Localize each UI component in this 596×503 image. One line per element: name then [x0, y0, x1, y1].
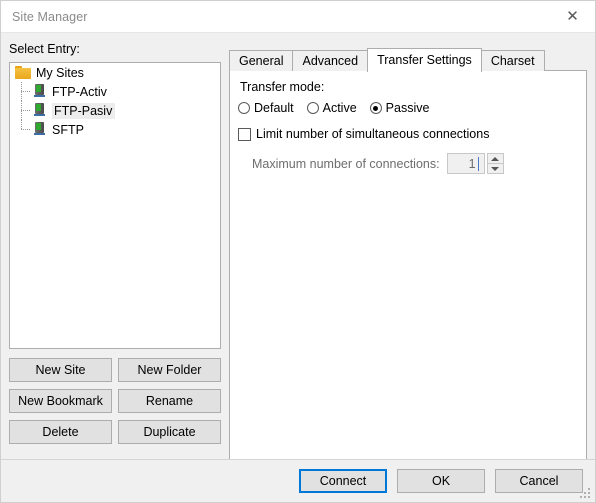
- max-connections-value: 1: [468, 156, 476, 171]
- tab-bar: General Advanced Transfer Settings Chars…: [229, 48, 545, 72]
- new-bookmark-button[interactable]: New Bookmark: [9, 389, 112, 413]
- close-icon[interactable]: ✕: [550, 2, 595, 32]
- transfer-settings-panel: Transfer mode: Default Active Passive Li…: [229, 70, 587, 474]
- select-entry-label: Select Entry:: [9, 42, 80, 56]
- tree-connector: [21, 120, 30, 139]
- rename-button[interactable]: Rename: [118, 389, 221, 413]
- server-icon: [33, 122, 46, 137]
- new-site-button[interactable]: New Site: [9, 358, 112, 382]
- new-folder-button[interactable]: New Folder: [118, 358, 221, 382]
- window-title: Site Manager: [12, 9, 88, 24]
- tree-item-label: FTP-Pasiv: [52, 102, 116, 119]
- text-caret: [477, 157, 479, 171]
- radio-label: Passive: [385, 101, 430, 115]
- cancel-button[interactable]: Cancel: [495, 469, 583, 493]
- server-icon: [33, 84, 46, 99]
- transfer-mode-label: Transfer mode:: [240, 80, 325, 94]
- radio-active[interactable]: Active: [306, 101, 357, 115]
- tree-item-ftp-activ[interactable]: FTP-Activ: [10, 82, 220, 101]
- checkbox-icon: [238, 127, 251, 141]
- limit-connections-label: Limit number of simultaneous connections: [256, 127, 490, 141]
- ok-button[interactable]: OK: [397, 469, 485, 493]
- tree-item-ftp-pasiv[interactable]: FTP-Pasiv: [10, 101, 220, 120]
- radio-passive[interactable]: Passive: [369, 101, 430, 115]
- tab-charset[interactable]: Charset: [480, 50, 545, 71]
- title-bar: Site Manager ✕: [1, 1, 595, 33]
- site-manager-dialog: Site Manager ✕ Select Entry: My Sites FT…: [0, 0, 596, 503]
- folder-icon: [15, 66, 31, 79]
- tree-item-sftp[interactable]: SFTP: [10, 120, 220, 139]
- max-connections-input[interactable]: 1: [446, 153, 485, 174]
- chevron-up-icon[interactable]: [486, 153, 504, 164]
- tree-connector: [21, 101, 30, 120]
- max-connections-row: Maximum number of connections: 1: [238, 153, 504, 174]
- resize-grip[interactable]: [580, 488, 592, 500]
- max-connections-label: Maximum number of connections:: [252, 156, 440, 171]
- dialog-body: Select Entry: My Sites FTP-Activ FTP-Pas…: [1, 33, 595, 474]
- limit-connections-checkbox[interactable]: Limit number of simultaneous connections: [238, 127, 489, 141]
- tree-item-label: My Sites: [36, 65, 84, 80]
- duplicate-button[interactable]: Duplicate: [118, 420, 221, 444]
- connect-button[interactable]: Connect: [299, 469, 387, 493]
- transfer-mode-radio-group: Default Active Passive: [238, 101, 429, 115]
- tree-item-label: FTP-Activ: [52, 84, 107, 99]
- delete-button[interactable]: Delete: [9, 420, 112, 444]
- radio-icon: [306, 102, 319, 114]
- site-tree[interactable]: My Sites FTP-Activ FTP-Pasiv SFTP: [9, 62, 221, 349]
- tree-item-my-sites[interactable]: My Sites: [10, 63, 220, 82]
- tab-transfer-settings[interactable]: Transfer Settings: [367, 48, 482, 72]
- tab-advanced[interactable]: Advanced: [292, 50, 369, 71]
- server-icon: [33, 103, 46, 118]
- radio-icon-selected: [369, 102, 382, 114]
- radio-label: Active: [322, 101, 357, 115]
- radio-icon: [238, 102, 250, 114]
- max-connections-stepper: [486, 153, 504, 174]
- tree-connector: [21, 82, 30, 101]
- tab-general[interactable]: General: [229, 50, 294, 71]
- dialog-footer: Connect OK Cancel: [1, 459, 595, 502]
- chevron-down-icon[interactable]: [486, 164, 504, 174]
- radio-label: Default: [254, 101, 294, 115]
- radio-default[interactable]: Default: [238, 101, 294, 115]
- site-actions: New Site New Folder New Bookmark Rename …: [9, 358, 221, 444]
- tree-item-label: SFTP: [52, 122, 84, 137]
